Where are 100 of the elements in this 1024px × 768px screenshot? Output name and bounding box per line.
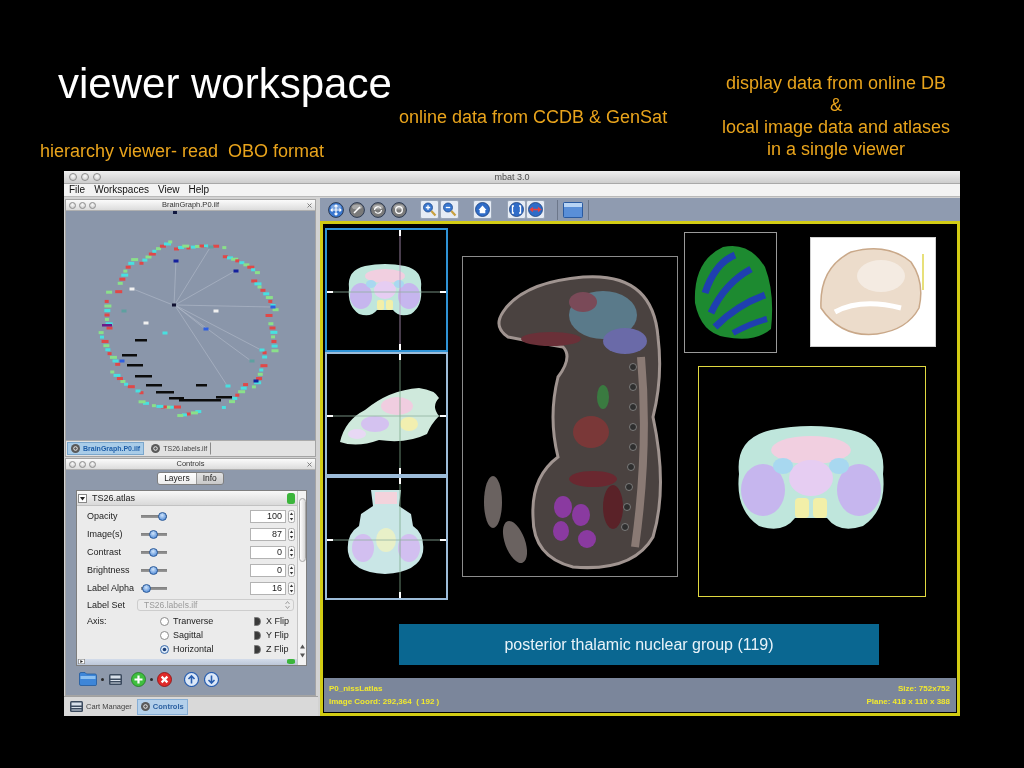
dot-icon[interactable] bbox=[101, 677, 104, 681]
number-field[interactable]: 87 bbox=[250, 527, 286, 541]
slider-thumb[interactable] bbox=[141, 583, 151, 593]
slider-thumb[interactable] bbox=[148, 547, 158, 557]
stepper-icon[interactable] bbox=[288, 509, 295, 523]
graph-node[interactable] bbox=[196, 384, 207, 387]
caption-text: hierarchy viewer- read OBO format bbox=[40, 140, 325, 162]
graph-node[interactable] bbox=[162, 331, 168, 335]
graph-node[interactable] bbox=[146, 384, 162, 387]
control-label: Image(s) bbox=[87, 528, 124, 540]
graph-node[interactable] bbox=[203, 327, 209, 331]
ring-icon[interactable] bbox=[391, 201, 407, 218]
control-label: Label Set bbox=[87, 599, 127, 611]
graph-node[interactable] bbox=[169, 397, 184, 400]
thumbnail-view[interactable] bbox=[325, 228, 448, 352]
brackets-icon[interactable] bbox=[507, 200, 526, 219]
graph-node[interactable] bbox=[143, 321, 149, 325]
flip-option[interactable]: Z Flip bbox=[254, 642, 289, 656]
graph-node[interactable] bbox=[135, 375, 152, 378]
toggle-icon[interactable] bbox=[254, 616, 261, 626]
slide-title: viewer workspace bbox=[58, 60, 392, 108]
control-label: Contrast bbox=[87, 546, 122, 558]
disclosure-triangle-icon[interactable] bbox=[78, 493, 87, 503]
dot-icon[interactable] bbox=[150, 677, 153, 681]
pan-icon[interactable] bbox=[328, 201, 344, 218]
close-icon[interactable] bbox=[307, 202, 312, 208]
folder-icon[interactable] bbox=[79, 672, 97, 686]
add-icon[interactable] bbox=[131, 671, 146, 687]
tray-icon[interactable] bbox=[109, 673, 122, 685]
menu-item[interactable]: Workspaces bbox=[94, 184, 149, 196]
structure-name-banner: posterior thalamic nuclear group (119) bbox=[399, 624, 879, 665]
graph-node[interactable] bbox=[216, 396, 232, 399]
arrows-icon[interactable] bbox=[526, 200, 545, 219]
segment-tab[interactable]: Info bbox=[195, 473, 223, 484]
graph-node[interactable] bbox=[270, 305, 276, 309]
graph-node[interactable] bbox=[208, 245, 214, 249]
remove-icon[interactable] bbox=[157, 671, 172, 687]
graph-node[interactable] bbox=[129, 287, 135, 291]
zoom-out-icon[interactable] bbox=[440, 200, 459, 219]
radio-icon[interactable] bbox=[160, 616, 169, 626]
graph-node[interactable] bbox=[253, 379, 259, 383]
radio-option[interactable]: Tranverse bbox=[160, 614, 254, 628]
graph-node[interactable] bbox=[119, 359, 125, 363]
thumbnail-view[interactable] bbox=[325, 476, 448, 600]
graph-node[interactable] bbox=[172, 303, 176, 307]
segment-tab[interactable]: Layers bbox=[158, 473, 196, 484]
radio-option[interactable]: Sagittal bbox=[160, 628, 254, 642]
flip-option[interactable]: X Flip bbox=[254, 614, 289, 628]
stepper-icon[interactable] bbox=[288, 545, 295, 559]
layer-header[interactable]: TS26.atlas bbox=[77, 491, 297, 506]
close-icon[interactable] bbox=[307, 461, 312, 467]
graph-node[interactable] bbox=[213, 309, 219, 313]
graph-node[interactable] bbox=[156, 391, 174, 394]
graph-node[interactable] bbox=[127, 364, 143, 367]
thumbnail-view[interactable] bbox=[325, 352, 448, 476]
stepper-icon[interactable] bbox=[288, 581, 295, 595]
down-arrow-icon[interactable] bbox=[204, 671, 219, 687]
radio-icon[interactable] bbox=[160, 644, 169, 654]
graph-node[interactable] bbox=[102, 324, 112, 327]
window-icon[interactable] bbox=[563, 201, 583, 218]
flip-option[interactable]: Y Flip bbox=[254, 628, 289, 642]
refresh-icon[interactable] bbox=[370, 201, 386, 218]
graph-node[interactable] bbox=[135, 339, 147, 342]
zoom-in-icon[interactable] bbox=[420, 200, 439, 219]
scroll-down-icon[interactable] bbox=[299, 653, 305, 658]
radio-icon[interactable] bbox=[160, 630, 169, 640]
status-text: Image Coord: 292,364 ( 192 ) bbox=[329, 696, 440, 708]
radio-option[interactable]: Horizontal bbox=[160, 642, 254, 656]
graph-node[interactable] bbox=[179, 399, 221, 402]
number-field[interactable]: 0 bbox=[250, 545, 286, 559]
slider-thumb[interactable] bbox=[148, 529, 158, 539]
disclosure-triangle-icon[interactable] bbox=[78, 659, 85, 664]
graph-node[interactable] bbox=[173, 259, 179, 263]
slider-thumb[interactable] bbox=[158, 511, 167, 521]
up-arrow-icon[interactable] bbox=[184, 671, 199, 687]
menu-item[interactable]: View bbox=[157, 184, 180, 196]
toggle-icon[interactable] bbox=[254, 630, 261, 640]
slider-thumb[interactable] bbox=[148, 565, 158, 575]
number-field[interactable]: 100 bbox=[250, 509, 286, 523]
home-icon[interactable] bbox=[473, 200, 492, 219]
scroll-up-icon[interactable] bbox=[299, 644, 305, 649]
graph-node[interactable] bbox=[121, 309, 127, 313]
scrollbar-thumb[interactable] bbox=[298, 498, 306, 562]
indicator-icon[interactable] bbox=[287, 492, 295, 504]
menu-item[interactable]: File bbox=[69, 184, 86, 196]
status-text: Plane: 418 x 110 x 388 bbox=[866, 696, 950, 708]
scrollbar[interactable] bbox=[297, 491, 306, 665]
menu-item[interactable]: Help bbox=[188, 184, 210, 196]
stepper-icon[interactable] bbox=[288, 563, 295, 577]
graph-node[interactable] bbox=[249, 359, 255, 363]
toggle-icon[interactable] bbox=[254, 644, 261, 654]
graph-node[interactable] bbox=[122, 354, 137, 357]
graph-node[interactable] bbox=[225, 384, 231, 388]
number-field[interactable]: 16 bbox=[250, 581, 286, 595]
graph-node[interactable] bbox=[259, 348, 265, 352]
number-field[interactable]: 0 bbox=[250, 563, 286, 577]
graph-node[interactable] bbox=[233, 269, 239, 273]
slash-circle-icon[interactable] bbox=[349, 201, 365, 218]
stepper-icon[interactable] bbox=[288, 527, 295, 541]
dropdown-field: TS26.labels.ilf bbox=[137, 599, 294, 611]
